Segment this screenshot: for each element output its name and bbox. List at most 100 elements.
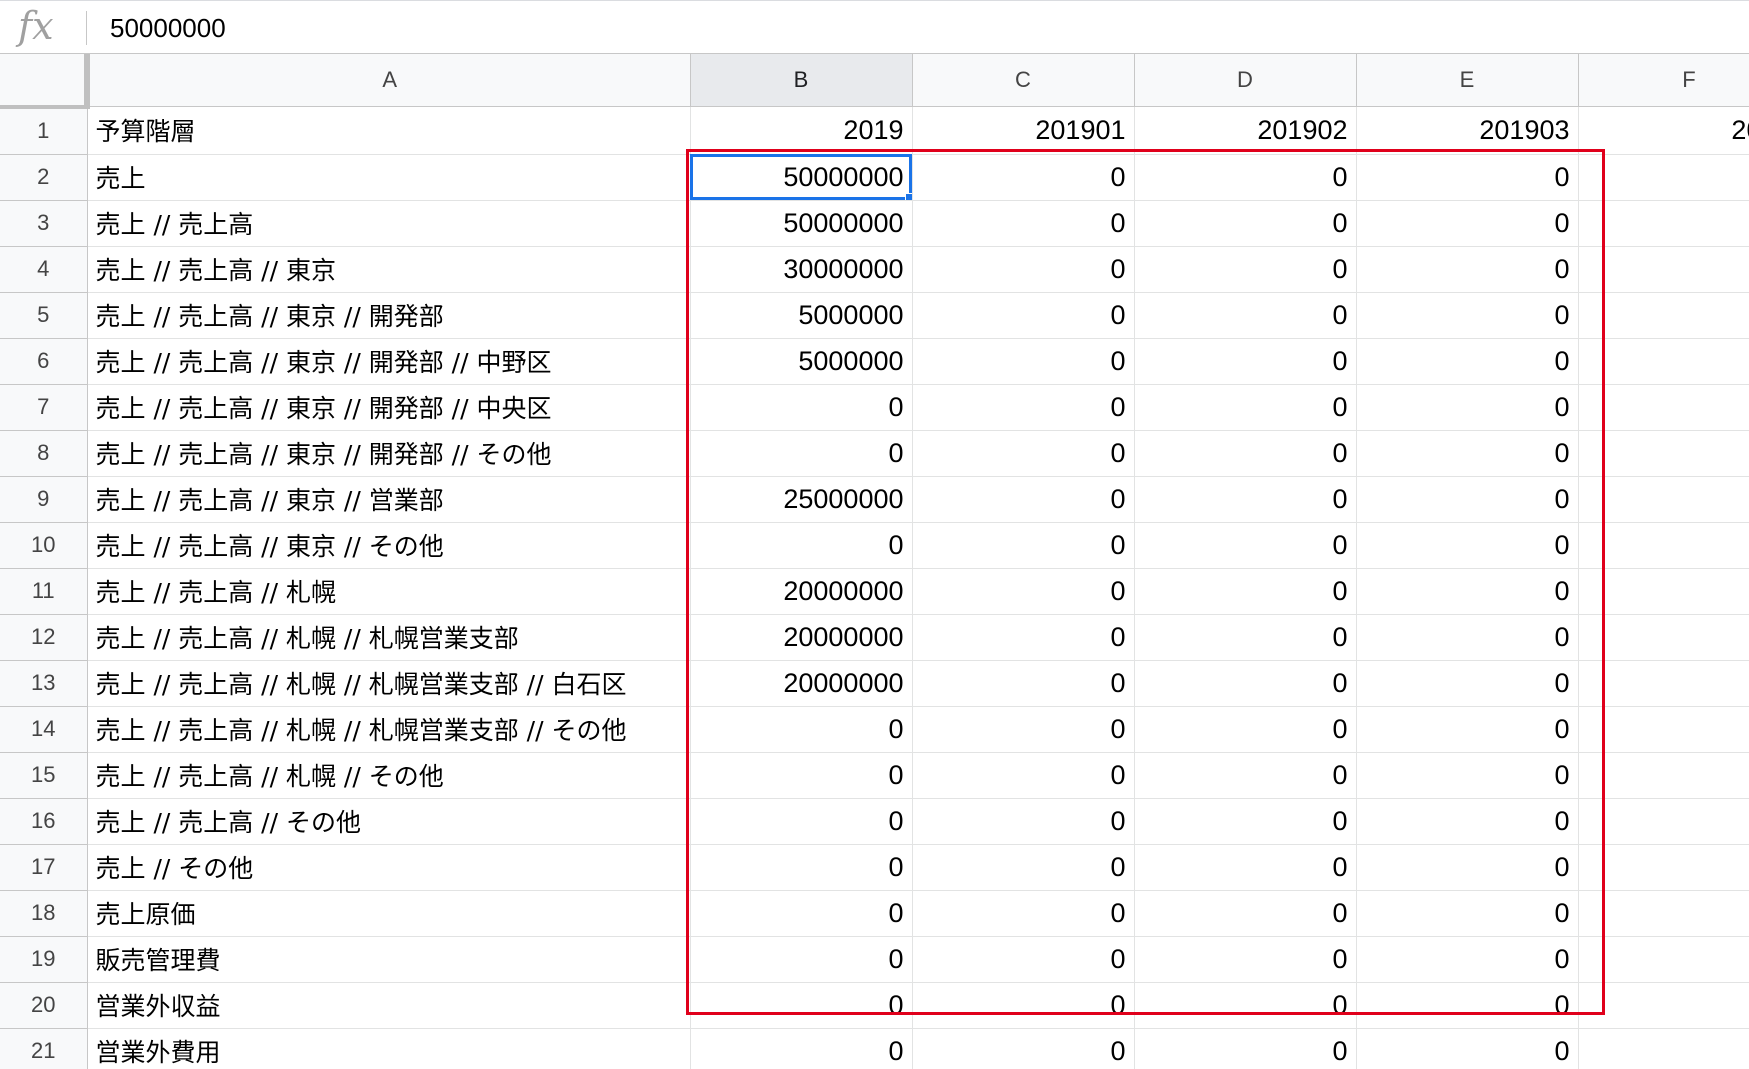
cell-f-10[interactable] [1577, 521, 1749, 569]
cell-b-17[interactable]: 0 [689, 843, 913, 891]
row-header[interactable]: 9 [0, 475, 88, 523]
cell-f-3[interactable] [1577, 199, 1749, 247]
cell-b-3[interactable]: 50000000 [689, 199, 913, 247]
cell-b-19[interactable]: 0 [689, 935, 913, 983]
column-header-b[interactable]: B [689, 54, 913, 107]
cell-b-13[interactable]: 20000000 [689, 659, 913, 707]
cell-c-17[interactable]: 0 [911, 843, 1135, 891]
cell-a-9[interactable]: 売上 // 売上高 // 東京 // 営業部 [86, 475, 691, 523]
cell-f-21[interactable] [1577, 1027, 1749, 1069]
cell-e-8[interactable]: 0 [1355, 429, 1579, 477]
cell-c-15[interactable]: 0 [911, 751, 1135, 799]
cell-a-2[interactable]: 売上 [86, 153, 691, 201]
cell-b-18[interactable]: 0 [689, 889, 913, 937]
row-header[interactable]: 2 [0, 153, 88, 201]
cell-f-19[interactable] [1577, 935, 1749, 983]
cell-d-17[interactable]: 0 [1133, 843, 1357, 891]
select-all-corner[interactable] [0, 54, 90, 109]
cell-b-8[interactable]: 0 [689, 429, 913, 477]
cell-e-3[interactable]: 0 [1355, 199, 1579, 247]
cell-e-9[interactable]: 0 [1355, 475, 1579, 523]
cell-f-7[interactable] [1577, 383, 1749, 431]
cell-f-6[interactable] [1577, 337, 1749, 385]
cell-a-6[interactable]: 売上 // 売上高 // 東京 // 開発部 // 中野区 [86, 337, 691, 385]
cell-c-16[interactable]: 0 [911, 797, 1135, 845]
column-header-a[interactable]: A [86, 54, 691, 107]
cell-f-17[interactable] [1577, 843, 1749, 891]
row-header[interactable]: 15 [0, 751, 88, 799]
cell-a-8[interactable]: 売上 // 売上高 // 東京 // 開発部 // その他 [86, 429, 691, 477]
cell-a-5[interactable]: 売上 // 売上高 // 東京 // 開発部 [86, 291, 691, 339]
cell-f-20[interactable] [1577, 981, 1749, 1029]
cell-b-7[interactable]: 0 [689, 383, 913, 431]
cell-c-6[interactable]: 0 [911, 337, 1135, 385]
cell-a-16[interactable]: 売上 // 売上高 // その他 [86, 797, 691, 845]
cell-c-7[interactable]: 0 [911, 383, 1135, 431]
cell-d-20[interactable]: 0 [1133, 981, 1357, 1029]
cell-f-18[interactable] [1577, 889, 1749, 937]
row-header[interactable]: 6 [0, 337, 88, 385]
formula-input[interactable] [110, 9, 1010, 47]
cell-a-1[interactable]: 予算階層 [86, 106, 691, 155]
cell-a-21[interactable]: 営業外費用 [86, 1027, 691, 1069]
cell-f-9[interactable] [1577, 475, 1749, 523]
cell-d-19[interactable]: 0 [1133, 935, 1357, 983]
cell-b-11[interactable]: 20000000 [689, 567, 913, 615]
cell-e-16[interactable]: 0 [1355, 797, 1579, 845]
cell-c-20[interactable]: 0 [911, 981, 1135, 1029]
fill-handle[interactable] [904, 192, 911, 199]
cell-e-13[interactable]: 0 [1355, 659, 1579, 707]
cell-a-15[interactable]: 売上 // 売上高 // 札幌 // その他 [86, 751, 691, 799]
cell-d-3[interactable]: 0 [1133, 199, 1357, 247]
cell-f-8[interactable] [1577, 429, 1749, 477]
cell-b-2[interactable]: 50000000 [689, 153, 913, 201]
cell-c-10[interactable]: 0 [911, 521, 1135, 569]
cell-e-15[interactable]: 0 [1355, 751, 1579, 799]
cell-c-13[interactable]: 0 [911, 659, 1135, 707]
cell-a-17[interactable]: 売上 // その他 [86, 843, 691, 891]
cell-a-11[interactable]: 売上 // 売上高 // 札幌 [86, 567, 691, 615]
cell-d-15[interactable]: 0 [1133, 751, 1357, 799]
cell-f-15[interactable] [1577, 751, 1749, 799]
cell-c-12[interactable]: 0 [911, 613, 1135, 661]
cell-b-21[interactable]: 0 [689, 1027, 913, 1069]
cell-f-16[interactable] [1577, 797, 1749, 845]
cell-c-4[interactable]: 0 [911, 245, 1135, 293]
cell-b-14[interactable]: 0 [689, 705, 913, 753]
cell-f-1[interactable]: 2019 [1577, 106, 1749, 155]
cell-d-8[interactable]: 0 [1133, 429, 1357, 477]
cell-e-1[interactable]: 201903 [1355, 106, 1579, 155]
cell-c-2[interactable]: 0 [911, 153, 1135, 201]
cell-a-18[interactable]: 売上原価 [86, 889, 691, 937]
cell-d-16[interactable]: 0 [1133, 797, 1357, 845]
cell-c-19[interactable]: 0 [911, 935, 1135, 983]
cell-e-2[interactable]: 0 [1355, 153, 1579, 201]
cell-d-14[interactable]: 0 [1133, 705, 1357, 753]
row-header[interactable]: 21 [0, 1027, 88, 1069]
row-header[interactable]: 19 [0, 935, 88, 983]
cell-f-13[interactable] [1577, 659, 1749, 707]
row-header[interactable]: 20 [0, 981, 88, 1029]
cell-d-10[interactable]: 0 [1133, 521, 1357, 569]
cell-a-4[interactable]: 売上 // 売上高 // 東京 [86, 245, 691, 293]
cell-e-17[interactable]: 0 [1355, 843, 1579, 891]
cell-a-3[interactable]: 売上 // 売上高 [86, 199, 691, 247]
row-header[interactable]: 11 [0, 567, 88, 615]
row-header[interactable]: 13 [0, 659, 88, 707]
row-header[interactable]: 10 [0, 521, 88, 569]
cell-b-20[interactable]: 0 [689, 981, 913, 1029]
column-header-e[interactable]: E [1355, 54, 1579, 107]
cell-b-15[interactable]: 0 [689, 751, 913, 799]
cell-b-1[interactable]: 2019 [689, 106, 913, 155]
cell-e-18[interactable]: 0 [1355, 889, 1579, 937]
cell-e-5[interactable]: 0 [1355, 291, 1579, 339]
cell-a-10[interactable]: 売上 // 売上高 // 東京 // その他 [86, 521, 691, 569]
cell-c-18[interactable]: 0 [911, 889, 1135, 937]
cell-a-13[interactable]: 売上 // 売上高 // 札幌 // 札幌営業支部 // 白石区 [86, 659, 691, 707]
cell-d-1[interactable]: 201902 [1133, 106, 1357, 155]
cell-b-4[interactable]: 30000000 [689, 245, 913, 293]
row-header[interactable]: 1 [0, 106, 88, 155]
cell-e-7[interactable]: 0 [1355, 383, 1579, 431]
cell-e-6[interactable]: 0 [1355, 337, 1579, 385]
row-header[interactable]: 4 [0, 245, 88, 293]
